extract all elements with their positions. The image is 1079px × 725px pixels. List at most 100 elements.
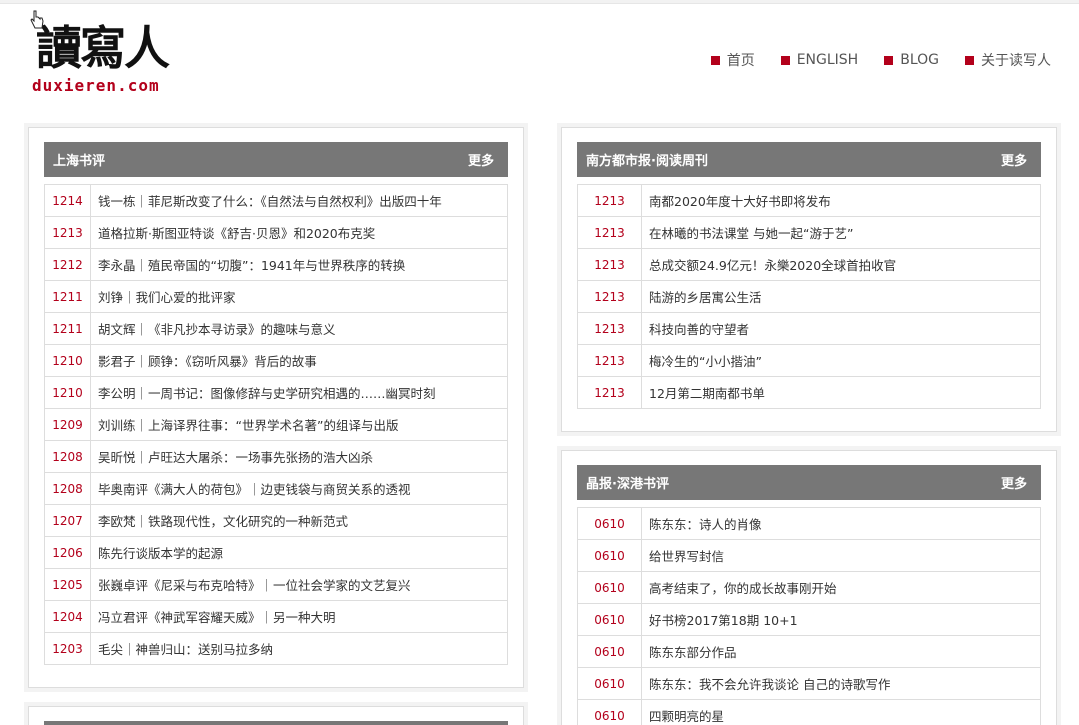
list-item[interactable]: 1203 毛尖｜神兽归山：送别马拉多纳	[45, 633, 507, 665]
list-item[interactable]: 1210 影君子｜顾铮：《窃听风暴》背后的故事	[45, 345, 507, 377]
item-title-link[interactable]: 钱一栋｜菲尼斯改变了什么：《自然法与自然权利》出版四十年	[91, 191, 442, 210]
square-bullet-icon	[884, 55, 894, 65]
item-date: 1213	[578, 281, 642, 312]
item-date: 1213	[578, 185, 642, 216]
item-title-link[interactable]: 好书榜2017第18期 10+1	[642, 610, 798, 629]
item-date: 1211	[45, 313, 91, 344]
item-title-link[interactable]: 影君子｜顾铮：《窃听风暴》背后的故事	[91, 351, 317, 370]
panel-header: 南方都市报·阅读周刊 更多	[577, 142, 1041, 177]
list-item[interactable]: 0610 陈东东部分作品	[578, 636, 1040, 668]
list-item[interactable]: 1213 总成交额24.9亿元！永樂2020全球首拍收官	[578, 249, 1040, 281]
item-date: 1210	[45, 377, 91, 408]
list-item[interactable]: 1211 胡文辉｜《非凡抄本寻访录》的趣味与意义	[45, 313, 507, 345]
item-title-link[interactable]: 给世界写封信	[642, 546, 724, 565]
nav-label: ENGLISH	[796, 52, 859, 68]
item-title-link[interactable]: 在林曦的书法课堂 与她一起“游于艺”	[642, 223, 853, 242]
item-date: 0610	[578, 508, 642, 539]
item-title-link[interactable]: 毕奥南评《满大人的荷包》｜边吏钱袋与商贸关系的透视	[91, 479, 411, 498]
square-bullet-icon	[710, 55, 720, 65]
list-item[interactable]: 0610 给世界写封信	[578, 540, 1040, 572]
item-title-link[interactable]: 高考结束了，你的成长故事刚开始	[642, 578, 837, 597]
item-title-link[interactable]: 12月第二期南都书单	[642, 383, 765, 402]
nav-english[interactable]: ENGLISH	[780, 50, 859, 70]
list-item[interactable]: 1210 李公明｜一周书记：图像修辞与史学研究相遇的……幽冥时刻	[45, 377, 507, 409]
list-item[interactable]: 1204 冯立君评《神武军容耀天威》｜另一种大明	[45, 601, 507, 633]
item-title-link[interactable]: 陈先行谈版本学的起源	[91, 543, 223, 562]
panel-shanghai-review: 上海书评 更多 1214 钱一栋｜菲尼斯改变了什么：《自然法与自然权利》出版四十年…	[28, 127, 524, 688]
list-item[interactable]: 1207 李欧梵｜铁路现代性，文化研究的一种新范式	[45, 505, 507, 537]
list-item[interactable]: 1214 钱一栋｜菲尼斯改变了什么：《自然法与自然权利》出版四十年	[45, 185, 507, 217]
nav-home[interactable]: 首页	[710, 50, 755, 70]
nav-blog[interactable]: BLOG	[884, 50, 939, 70]
item-title-link[interactable]: 李欧梵｜铁路现代性，文化研究的一种新范式	[91, 511, 348, 530]
item-title-link[interactable]: 刘铮｜我们心爱的批评家	[91, 287, 236, 306]
item-title-link[interactable]: 吴昕悦｜卢旺达大屠杀：一场事先张扬的浩大凶杀	[91, 447, 373, 466]
list-item[interactable]: 1212 李永晶｜殖民帝国的“切腹”：1941年与世界秩序的转换	[45, 249, 507, 281]
item-date: 0610	[578, 540, 642, 571]
list-item[interactable]: 1213 科技向善的守望者	[578, 313, 1040, 345]
list-item[interactable]: 0610 陈东东：诗人的肖像	[578, 508, 1040, 540]
list-item[interactable]: 1213 在林曦的书法课堂 与她一起“游于艺”	[578, 217, 1040, 249]
item-title-link[interactable]: 陈东东：我不会允许我谈论 自己的诗歌写作	[642, 674, 890, 693]
item-title-link[interactable]: 刘训练｜上海译界往事：“世界学术名著”的组译与出版	[91, 415, 398, 434]
item-title-link[interactable]: 道格拉斯·斯图亚特谈《舒吉·贝恩》和2020布克奖	[91, 223, 375, 242]
list-item[interactable]: 1213 12月第二期南都书单	[578, 377, 1040, 409]
article-list: 1213 南都2020年度十大好书即将发布 1213 在林曦的书法课堂 与她一起“游于…	[577, 184, 1041, 409]
item-title-link[interactable]: 冯立君评《神武军容耀天威》｜另一种大明	[91, 607, 336, 626]
list-item[interactable]: 1213 梅冷生的“小小揩油”	[578, 345, 1040, 377]
item-date: 1214	[45, 185, 91, 216]
panel-next	[28, 706, 524, 725]
item-title-link[interactable]: 李公明｜一周书记：图像修辞与史学研究相遇的……幽冥时刻	[91, 383, 436, 402]
panel-title: 晶报·深港书评	[586, 477, 669, 492]
item-date: 1210	[45, 345, 91, 376]
item-date: 0610	[578, 700, 642, 725]
more-link[interactable]: 更多	[468, 150, 494, 169]
item-title-link[interactable]: 胡文辉｜《非凡抄本寻访录》的趣味与意义	[91, 319, 336, 338]
panel-title: 南方都市报·阅读周刊	[586, 154, 708, 169]
list-item[interactable]: 1213 南都2020年度十大好书即将发布	[578, 185, 1040, 217]
item-title-link[interactable]: 四颗明亮的星	[642, 706, 724, 725]
list-item[interactable]: 1208 吴昕悦｜卢旺达大屠杀：一场事先张扬的浩大凶杀	[45, 441, 507, 473]
list-item[interactable]: 0610 陈东东：我不会允许我谈论 自己的诗歌写作	[578, 668, 1040, 700]
list-item[interactable]: 1206 陈先行谈版本学的起源	[45, 537, 507, 569]
main-nav: 首页 ENGLISH BLOG 关于读写人	[710, 50, 1051, 70]
panel-header: 上海书评 更多	[44, 142, 508, 177]
item-title-link[interactable]: 毛尖｜神兽归山：送别马拉多纳	[91, 639, 273, 658]
item-title-link[interactable]: 南都2020年度十大好书即将发布	[642, 191, 831, 210]
list-item[interactable]: 0610 高考结束了，你的成长故事刚开始	[578, 572, 1040, 604]
item-title-link[interactable]: 张巍卓评《尼采与布克哈特》｜一位社会学家的文艺复兴	[91, 575, 411, 594]
item-title-link[interactable]: 科技向善的守望者	[642, 319, 749, 338]
item-date: 1213	[578, 313, 642, 344]
list-item[interactable]: 1208 毕奥南评《满大人的荷包》｜边吏钱袋与商贸关系的透视	[45, 473, 507, 505]
item-date: 0610	[578, 572, 642, 603]
item-title-link[interactable]: 陆游的乡居寓公生活	[642, 287, 762, 306]
item-date: 1204	[45, 601, 91, 632]
item-date: 0610	[578, 604, 642, 635]
item-date: 1212	[45, 249, 91, 280]
list-item[interactable]: 1209 刘训练｜上海译界往事：“世界学术名著”的组译与出版	[45, 409, 507, 441]
item-date: 1206	[45, 537, 91, 568]
article-list: 1214 钱一栋｜菲尼斯改变了什么：《自然法与自然权利》出版四十年 1213 道格拉斯…	[44, 184, 508, 665]
list-item[interactable]: 1213 道格拉斯·斯图亚特谈《舒吉·贝恩》和2020布克奖	[45, 217, 507, 249]
list-item[interactable]: 0610 四颗明亮的星	[578, 700, 1040, 725]
list-item[interactable]: 1213 陆游的乡居寓公生活	[578, 281, 1040, 313]
square-bullet-icon	[965, 55, 974, 65]
list-item[interactable]: 1211 刘铮｜我们心爱的批评家	[45, 281, 507, 313]
more-link[interactable]: 更多	[1001, 473, 1027, 492]
item-date: 1213	[578, 249, 642, 280]
item-date: 1207	[45, 505, 91, 536]
item-title-link[interactable]: 李永晶｜殖民帝国的“切腹”：1941年与世界秩序的转换	[91, 255, 405, 274]
item-date: 0610	[578, 636, 642, 667]
item-title-link[interactable]: 总成交额24.9亿元！永樂2020全球首拍收官	[642, 255, 896, 274]
more-link[interactable]: 更多	[1001, 150, 1027, 169]
nav-label: BLOG	[900, 52, 939, 68]
nav-about[interactable]: 关于读写人	[965, 50, 1051, 70]
item-date: 1203	[45, 633, 91, 664]
item-title-link[interactable]: 陈东东部分作品	[642, 642, 737, 661]
item-title-link[interactable]: 陈东东：诗人的肖像	[642, 514, 762, 533]
list-item[interactable]: 0610 好书榜2017第18期 10+1	[578, 604, 1040, 636]
item-date: 1213	[578, 377, 642, 408]
list-item[interactable]: 1205 张巍卓评《尼采与布克哈特》｜一位社会学家的文艺复兴	[45, 569, 507, 601]
item-title-link[interactable]: 梅冷生的“小小揩油”	[642, 351, 762, 370]
site-logo[interactable]: 讀寫人 duxieren.com	[30, 18, 180, 98]
